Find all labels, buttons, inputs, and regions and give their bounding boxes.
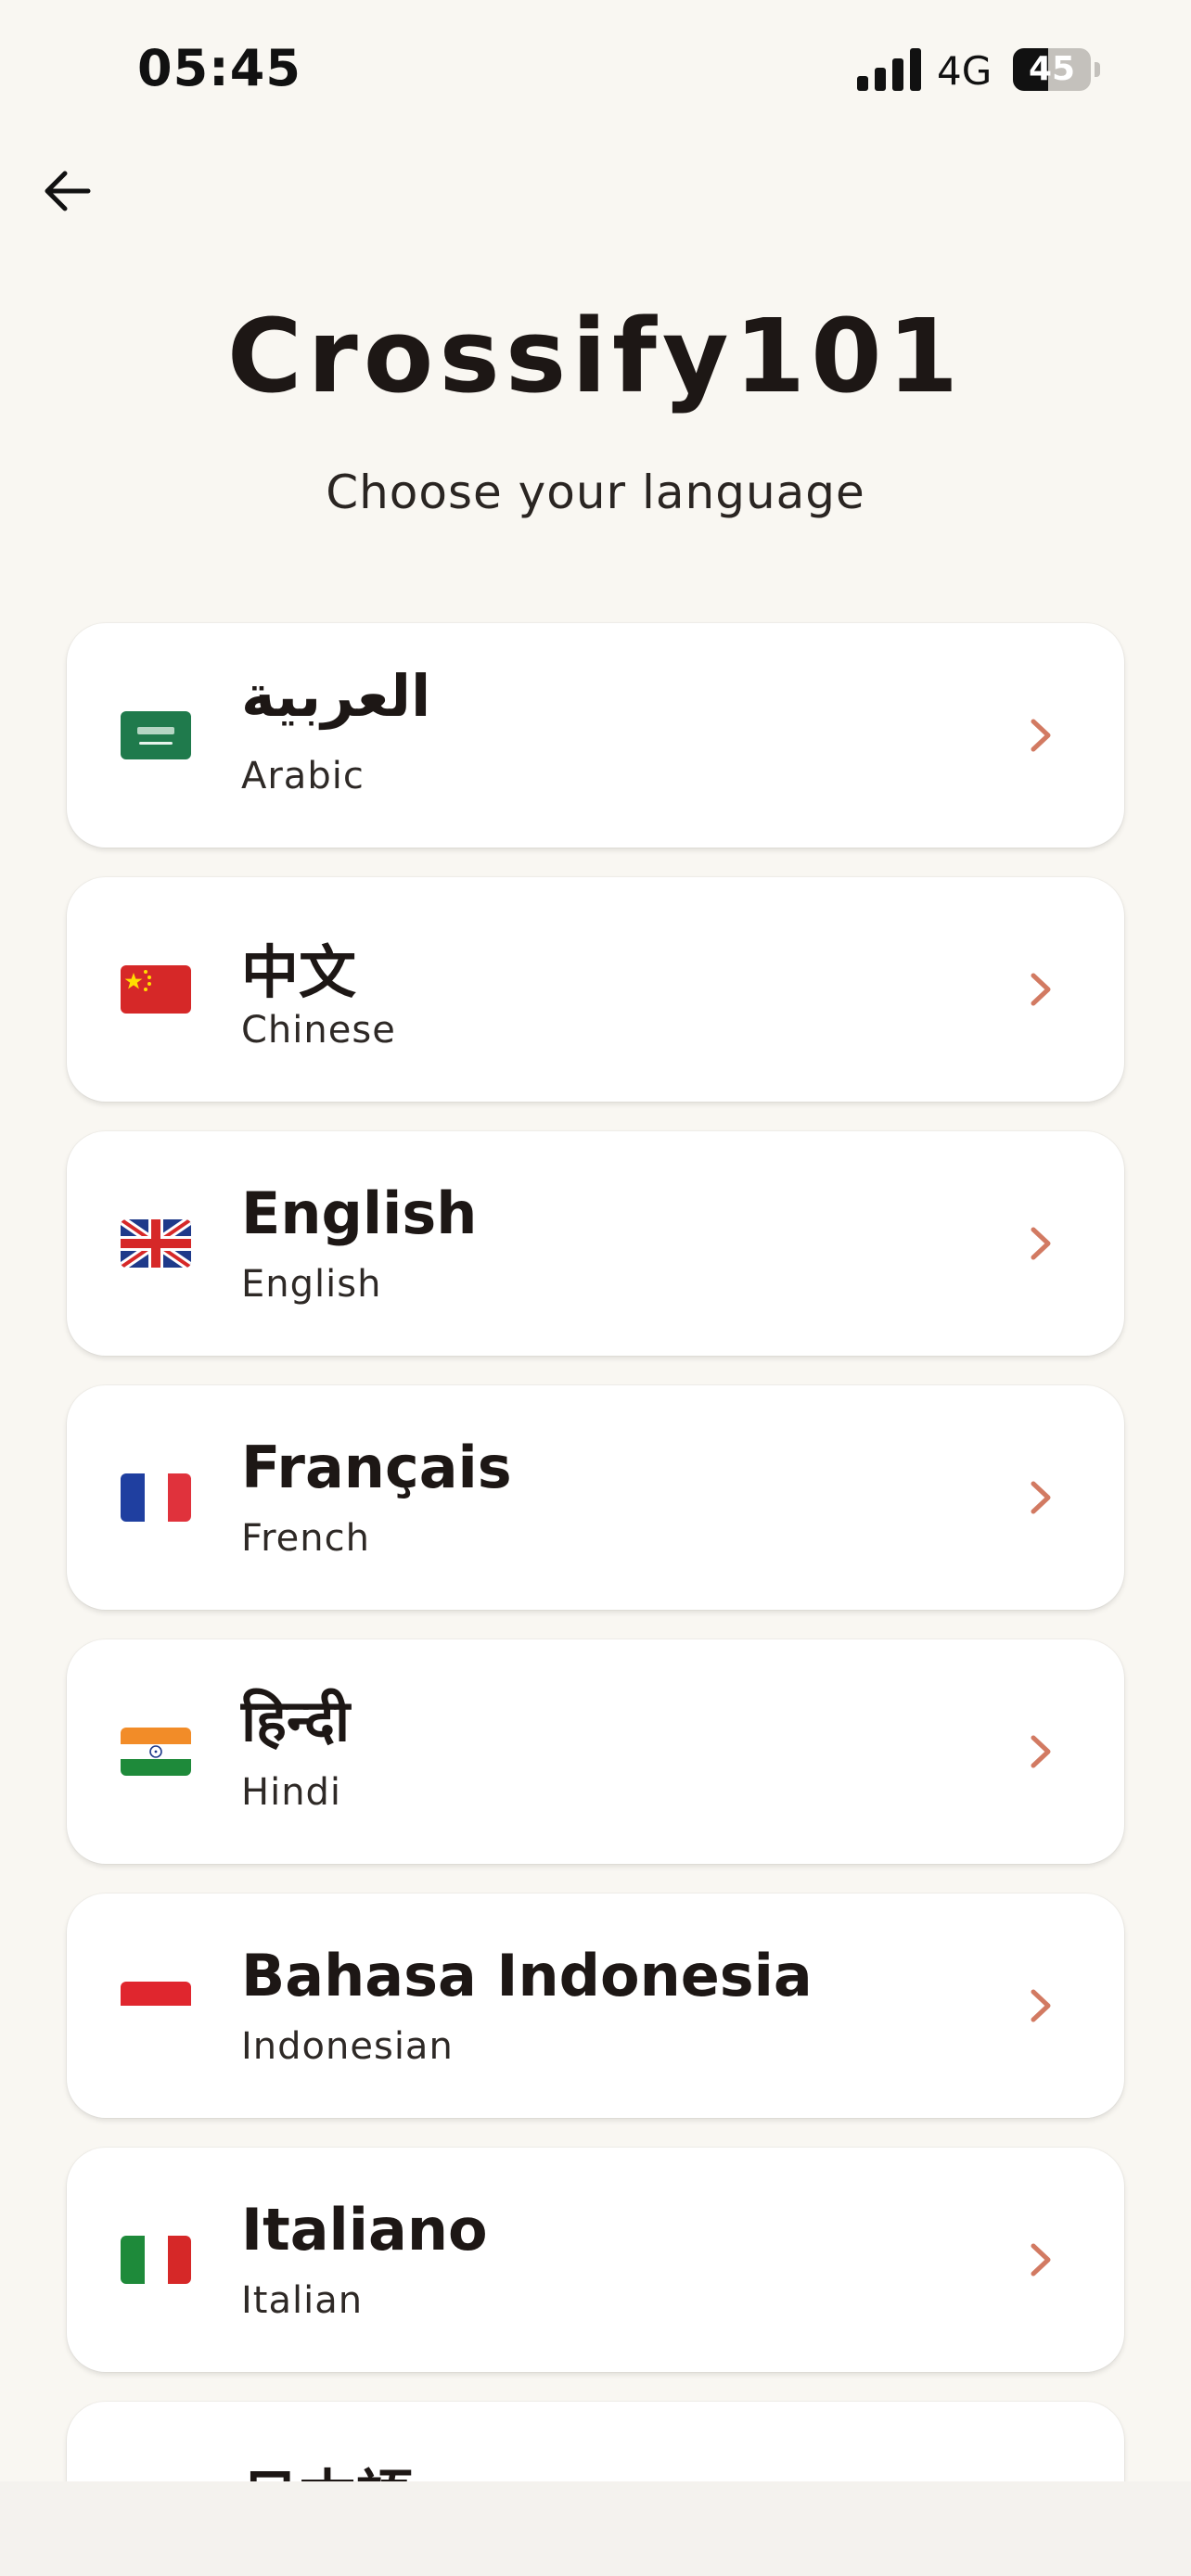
english-language-name: French <box>241 1517 370 1560</box>
native-language-name: العربية <box>241 662 431 730</box>
italy-flag-icon <box>121 2236 191 2284</box>
battery-percentage: 45 <box>1028 50 1076 88</box>
france-flag-icon <box>121 1473 191 1522</box>
china-flag-icon <box>121 965 191 1014</box>
language-option-japanese[interactable]: 日本語 <box>67 2402 1124 2481</box>
english-language-name: Arabic <box>241 755 365 797</box>
page-subtitle: Choose your language <box>326 465 865 519</box>
language-option-arabic[interactable]: العربية Arabic <box>67 623 1124 848</box>
indonesia-flag-icon <box>121 1982 191 2030</box>
battery-icon: 45 <box>1013 48 1102 91</box>
language-option-english[interactable]: English English <box>67 1131 1124 1356</box>
chevron-right-icon <box>1031 1989 1051 2022</box>
chevron-right-icon <box>1031 1227 1051 1260</box>
native-language-name: English <box>241 1180 478 1247</box>
united-kingdom-flag-icon <box>121 1219 191 1268</box>
arrow-left-icon <box>45 171 91 211</box>
english-language-name: English <box>241 1263 382 1306</box>
english-language-name: Indonesian <box>241 2025 454 2068</box>
back-button[interactable] <box>33 158 100 224</box>
chevron-right-icon <box>1031 973 1051 1006</box>
status-time: 05:45 <box>137 39 301 97</box>
english-language-name: Chinese <box>241 1009 396 1052</box>
native-language-name: 中文 <box>241 938 357 1006</box>
status-bar: 05:45 4G 45 <box>0 0 1191 139</box>
native-language-name: Bahasa Indonesia <box>241 1942 813 2009</box>
english-language-name: Hindi <box>241 1771 342 1814</box>
language-option-indonesian[interactable]: Bahasa Indonesia Indonesian <box>67 1894 1124 2118</box>
network-type-label: 4G <box>937 48 992 94</box>
bottom-safe-area <box>0 2481 1191 2576</box>
native-language-name: 日本語 <box>241 2450 414 2481</box>
native-language-name: Français <box>241 1434 512 1501</box>
language-option-hindi[interactable]: हिन्दी Hindi <box>67 1639 1124 1864</box>
native-language-name: Italiano <box>241 2196 488 2264</box>
language-list[interactable]: العربية Arabic 中文 Chinese English Englis… <box>0 593 1191 2481</box>
saudi-arabia-flag-icon <box>121 711 191 759</box>
india-flag-icon <box>121 1728 191 1776</box>
chevron-right-icon <box>1031 1481 1051 1514</box>
app-title: Crossify101 <box>226 297 965 415</box>
cellular-signal-icon <box>857 48 921 91</box>
chevron-right-icon <box>1031 2243 1051 2276</box>
chevron-right-icon <box>1031 719 1051 752</box>
language-option-chinese[interactable]: 中文 Chinese <box>67 877 1124 1102</box>
language-option-italian[interactable]: Italiano Italian <box>67 2148 1124 2372</box>
chevron-right-icon <box>1031 1735 1051 1768</box>
native-language-name: हिन्दी <box>241 1687 351 1754</box>
language-option-french[interactable]: Français French <box>67 1385 1124 1610</box>
english-language-name: Italian <box>241 2279 364 2322</box>
